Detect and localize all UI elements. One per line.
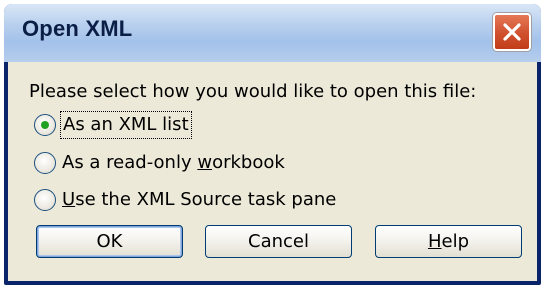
radio-xml-source-pane[interactable] [34, 189, 56, 211]
dialog-title: Open XML [22, 16, 133, 41]
ok-button[interactable]: OK [36, 225, 183, 258]
help-label-rest: elp [441, 231, 470, 252]
radio-xml-list[interactable] [34, 114, 56, 136]
close-icon [503, 23, 521, 41]
help-button[interactable]: Help [375, 225, 522, 258]
title-bar[interactable]: Open XML [4, 4, 541, 62]
open-xml-dialog: Open XML Please select how you would lik… [4, 4, 541, 285]
radio-read-only-workbook[interactable] [34, 152, 56, 174]
prompt-text: Please select how you would like to open… [29, 81, 477, 102]
label-text-pre: As a read-only [62, 152, 198, 173]
close-button[interactable] [493, 13, 531, 51]
dialog-body: Please select how you would like to open… [8, 62, 537, 281]
cancel-button[interactable]: Cancel [205, 225, 352, 258]
radio-selected-dot [41, 121, 49, 129]
help-mnemonic: H [427, 231, 442, 252]
label-text-post: se the XML Source task pane [75, 189, 337, 210]
label-mnemonic: U [62, 189, 76, 210]
label-text-post: orkbook [212, 152, 285, 173]
option-xml-list-label[interactable]: As an XML list [60, 111, 192, 139]
option-read-only-workbook-label[interactable]: As a read-only workbook [62, 150, 285, 176]
option-xml-source-pane-label[interactable]: Use the XML Source task pane [62, 187, 336, 213]
label-mnemonic: w [197, 152, 213, 173]
